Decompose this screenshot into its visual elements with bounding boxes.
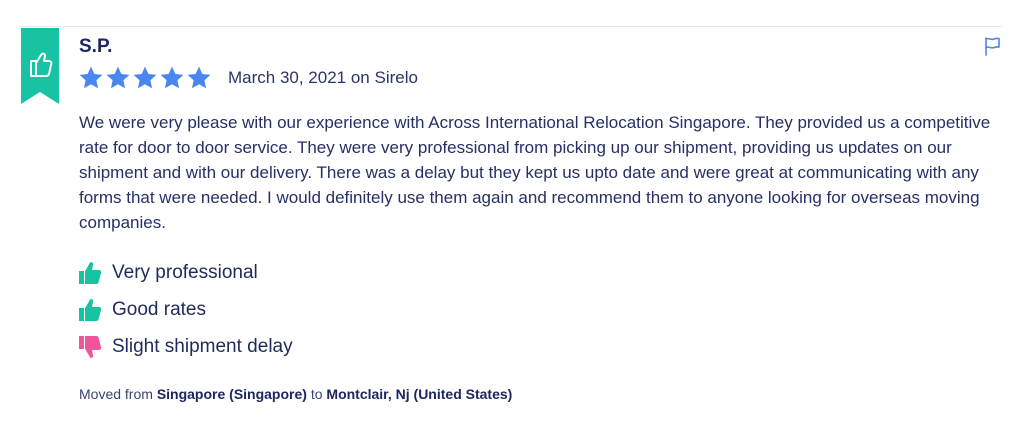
review-point-label: Slight shipment delay — [112, 335, 293, 357]
moved-from-location: Singapore (Singapore) — [156, 386, 307, 402]
thumbs-up-icon — [79, 298, 102, 321]
star-rating — [78, 65, 212, 91]
review-point-positive: Very professional — [78, 254, 293, 291]
thumbs-up-icon — [79, 261, 102, 284]
review-point-positive: Good rates — [78, 291, 293, 328]
moved-prefix: Moved from — [79, 386, 153, 402]
review-points: Very professional Good rates Slight ship… — [78, 254, 293, 365]
star-icon — [79, 66, 103, 89]
star-icon — [160, 66, 184, 89]
reviewer-name: S.P. — [79, 36, 113, 57]
review-point-label: Very professional — [112, 261, 258, 283]
flag-icon[interactable] — [982, 36, 1002, 56]
star-icon — [187, 66, 211, 89]
review-date-source: March 30, 2021 on Sirelo — [228, 68, 418, 87]
top-divider — [20, 26, 1002, 27]
star-icon — [133, 66, 157, 89]
thumbs-down-icon — [79, 335, 102, 358]
star-icon — [106, 66, 130, 89]
review-text: We were very please with our experience … — [79, 113, 991, 232]
moved-route: Moved from Singapore (Singapore) to Mont… — [79, 386, 512, 402]
thumbs-up-ribbon-icon — [21, 28, 59, 104]
moved-connector: to — [310, 386, 323, 402]
review-point-negative: Slight shipment delay — [78, 328, 293, 365]
review-point-label: Good rates — [112, 298, 206, 320]
moved-to-location: Montclair, Nj (United States) — [326, 386, 513, 402]
